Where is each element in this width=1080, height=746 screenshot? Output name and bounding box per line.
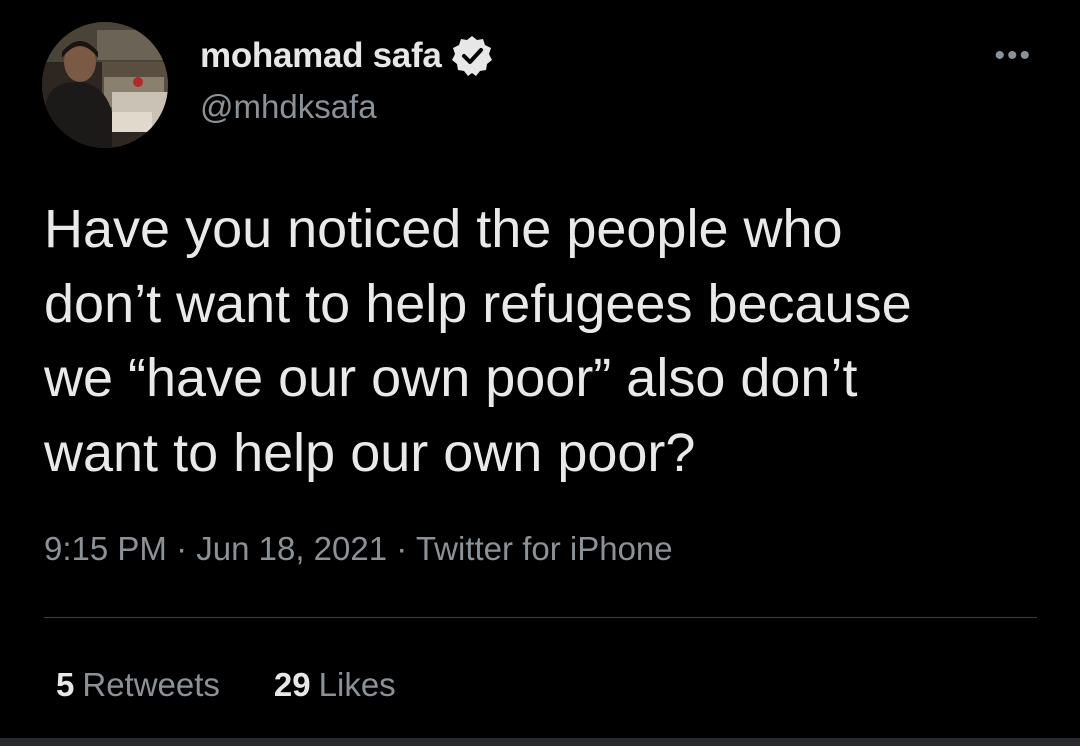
bottom-bar bbox=[0, 738, 1080, 746]
tweet-time[interactable]: 9:15 PM bbox=[44, 530, 167, 567]
tweet-meta: 9:15 PM · Jun 18, 2021 · Twitter for iPh… bbox=[44, 530, 673, 568]
avatar-photo bbox=[42, 22, 168, 148]
retweets-label: Retweets bbox=[82, 666, 220, 703]
tweet-stats: 5 Retweets 29 Likes bbox=[56, 666, 396, 704]
tweet-source[interactable]: Twitter for iPhone bbox=[416, 530, 673, 567]
meta-separator: · bbox=[396, 530, 408, 567]
retweets-count: 5 bbox=[56, 666, 75, 703]
meta-separator: · bbox=[176, 530, 188, 567]
verified-badge-icon bbox=[450, 34, 494, 78]
retweets-stat[interactable]: 5 Retweets bbox=[56, 666, 220, 704]
tweet-date[interactable]: Jun 18, 2021 bbox=[196, 530, 387, 567]
display-name[interactable]: mohamad safa bbox=[200, 36, 442, 76]
author-name-row: mohamad safa bbox=[200, 34, 494, 78]
divider bbox=[44, 617, 1037, 618]
tweet-card: mohamad safa @mhdksafa ••• Have you noti… bbox=[0, 0, 1080, 746]
likes-count: 29 bbox=[273, 666, 311, 703]
likes-stat[interactable]: 29 Likes bbox=[274, 666, 396, 704]
likes-label: Likes bbox=[318, 666, 396, 703]
more-options-icon[interactable]: ••• bbox=[994, 41, 1032, 71]
author-handle[interactable]: @mhdksafa bbox=[200, 88, 377, 126]
tweet-text: Have you noticed the people who don’t wa… bbox=[44, 199, 912, 483]
avatar[interactable] bbox=[42, 22, 168, 148]
